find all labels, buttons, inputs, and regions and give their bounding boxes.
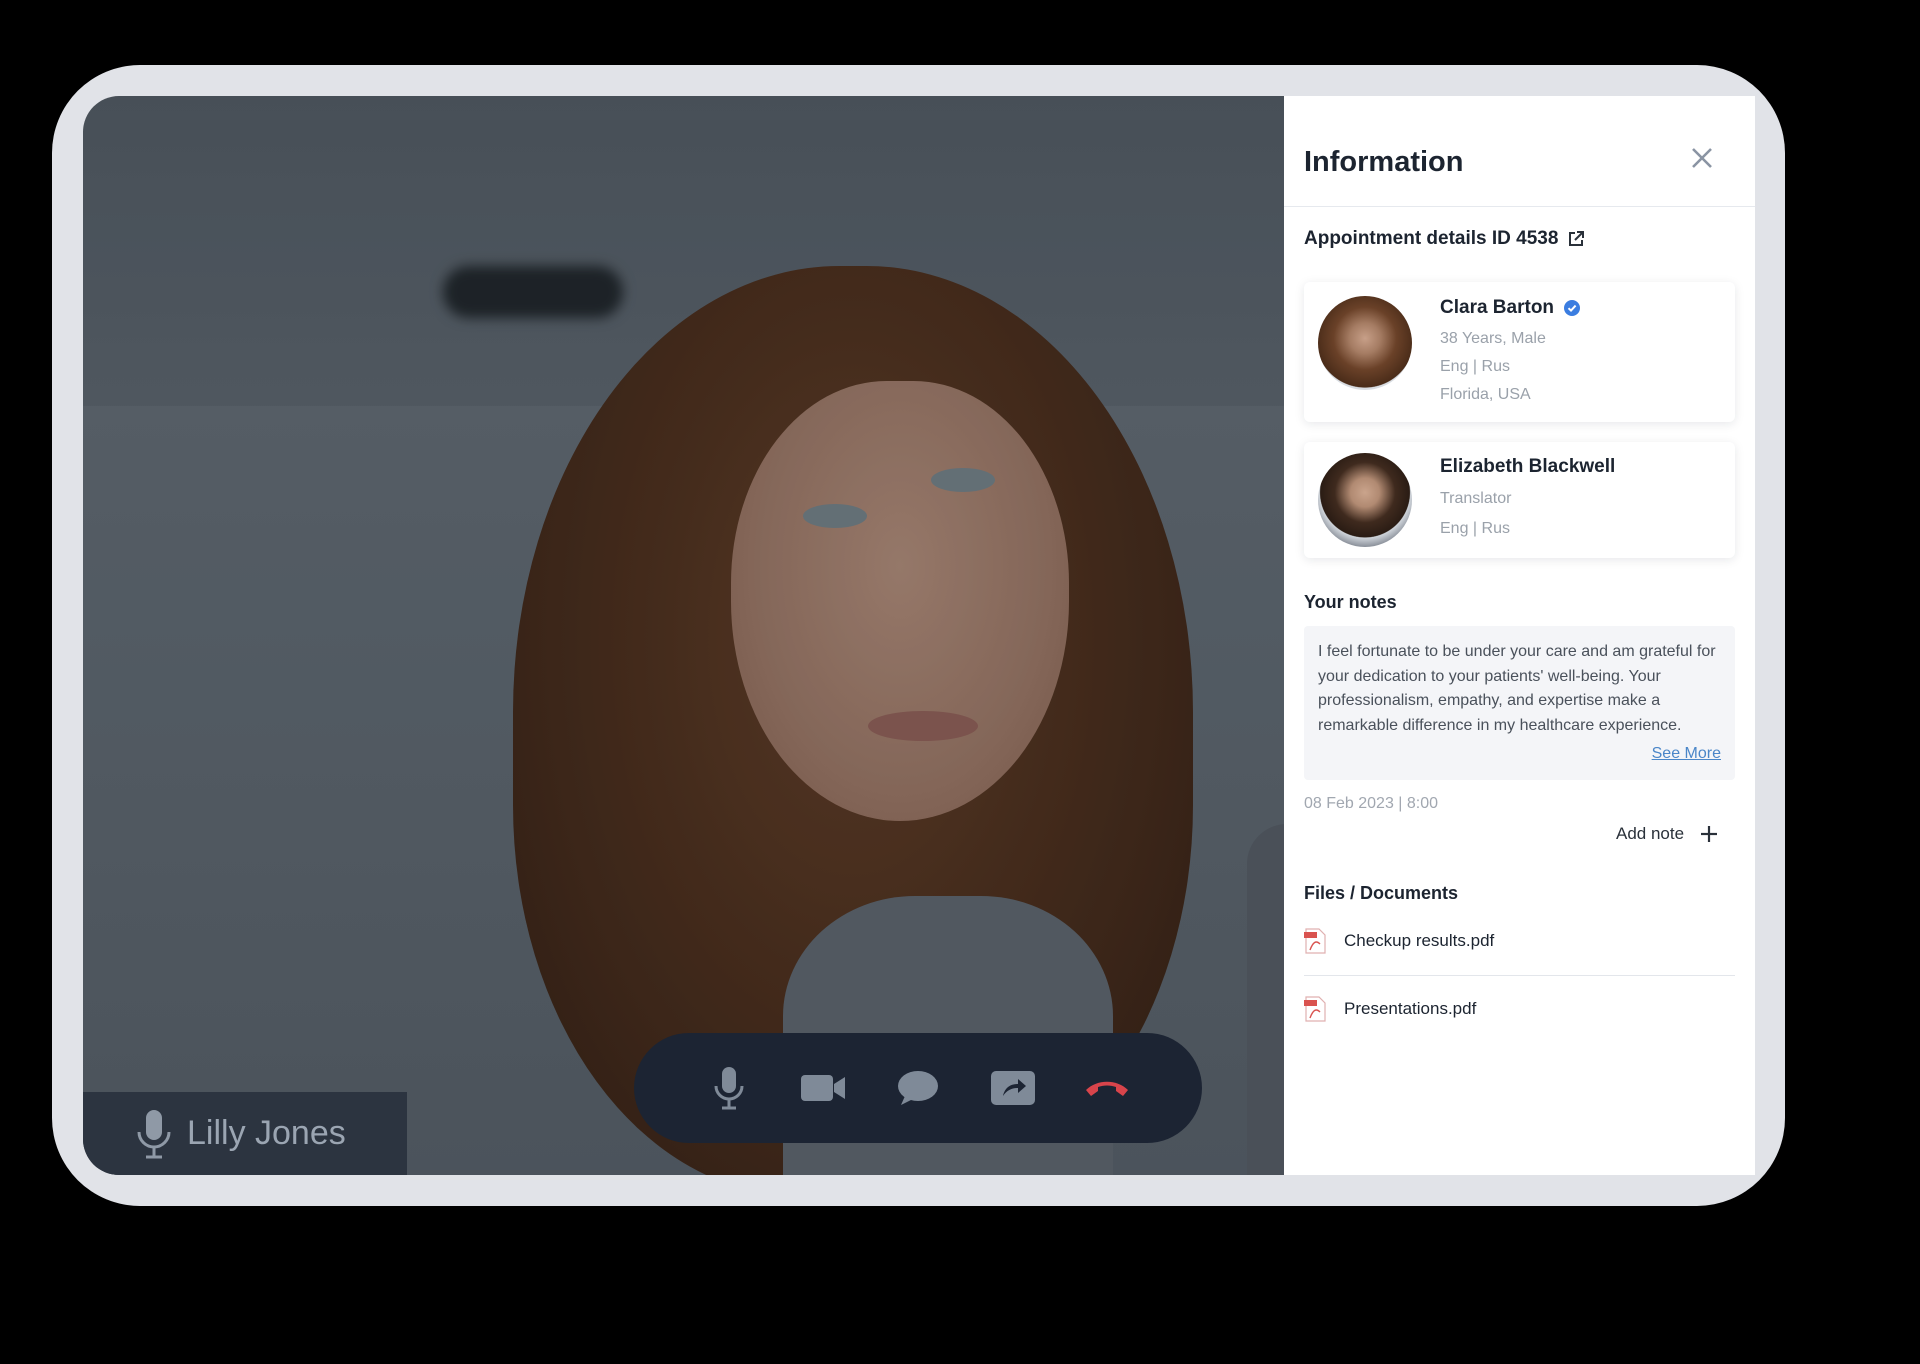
patient-card[interactable]: Clara Barton 38 Years, Male Eng | Rus Fl… [1304, 282, 1735, 422]
file-divider [1304, 975, 1735, 976]
appointment-details-link[interactable]: Appointment details ID 4538 [1304, 228, 1585, 250]
close-icon [1692, 148, 1712, 168]
mic-toggle-button[interactable] [701, 1060, 757, 1116]
chat-button[interactable] [890, 1060, 946, 1116]
translator-name: Elizabeth Blackwell [1440, 456, 1616, 477]
patient-languages: Eng | Rus [1440, 358, 1510, 375]
file-item[interactable]: Checkup results.pdf [1304, 921, 1735, 961]
video-feed: Lilly Jones [83, 96, 1284, 1175]
translator-languages: Eng | Rus [1440, 520, 1510, 537]
secondary-video-tile[interactable] [1247, 824, 1284, 1175]
pdf-file-icon [1304, 928, 1326, 954]
call-screen: Lilly Jones Information Appointment deta… [83, 96, 1755, 1175]
verified-badge-icon [1564, 300, 1581, 316]
external-link-icon [1569, 231, 1585, 246]
note-text: I feel fortunate to be under your care a… [1318, 643, 1716, 734]
panel-title: Information [1304, 146, 1464, 178]
note-card: I feel fortunate to be under your care a… [1304, 626, 1735, 780]
patient-location: Florida, USA [1440, 386, 1531, 403]
close-button[interactable] [1688, 144, 1716, 172]
pdf-file-icon [1304, 996, 1326, 1022]
chat-bubble-icon [897, 1071, 938, 1105]
video-camera-icon [801, 1075, 846, 1101]
add-note-button[interactable]: Add note [1616, 824, 1718, 844]
add-note-label: Add note [1616, 824, 1685, 843]
header-divider [1284, 206, 1755, 207]
microphone-icon [135, 1108, 173, 1160]
microphone-icon [714, 1067, 744, 1110]
translator-role: Translator [1440, 490, 1512, 507]
see-more-link[interactable]: See More [1652, 742, 1721, 767]
file-item[interactable]: Presentations.pdf [1304, 989, 1735, 1029]
participant-name: Lilly Jones [187, 1114, 346, 1152]
file-name: Presentations.pdf [1344, 999, 1477, 1018]
hang-up-icon [1086, 1081, 1129, 1096]
translator-card[interactable]: Elizabeth Blackwell Translator Eng | Rus [1304, 442, 1735, 558]
video-toggle-button[interactable] [795, 1060, 851, 1116]
participant-name-tag: Lilly Jones [83, 1092, 407, 1175]
plus-icon [1701, 826, 1718, 842]
hang-up-button[interactable] [1079, 1060, 1135, 1116]
files-title: Files / Documents [1304, 883, 1459, 903]
video-dim-overlay [83, 96, 1284, 1175]
translator-avatar [1318, 453, 1412, 547]
file-name: Checkup results.pdf [1344, 931, 1495, 950]
call-controls-bar [634, 1033, 1202, 1143]
information-panel: Information Appointment details ID 4538 … [1284, 96, 1755, 1175]
patient-avatar [1318, 296, 1412, 390]
appointment-details-label: Appointment details ID 4538 [1304, 228, 1559, 249]
patient-age-gender: 38 Years, Male [1440, 330, 1546, 347]
patient-name-row: Clara Barton [1440, 297, 1581, 319]
share-screen-button[interactable] [985, 1060, 1041, 1116]
notes-title: Your notes [1304, 592, 1397, 612]
share-icon [990, 1071, 1035, 1105]
patient-name: Clara Barton [1440, 297, 1555, 318]
note-date: 08 Feb 2023 | 8:00 [1304, 795, 1439, 812]
